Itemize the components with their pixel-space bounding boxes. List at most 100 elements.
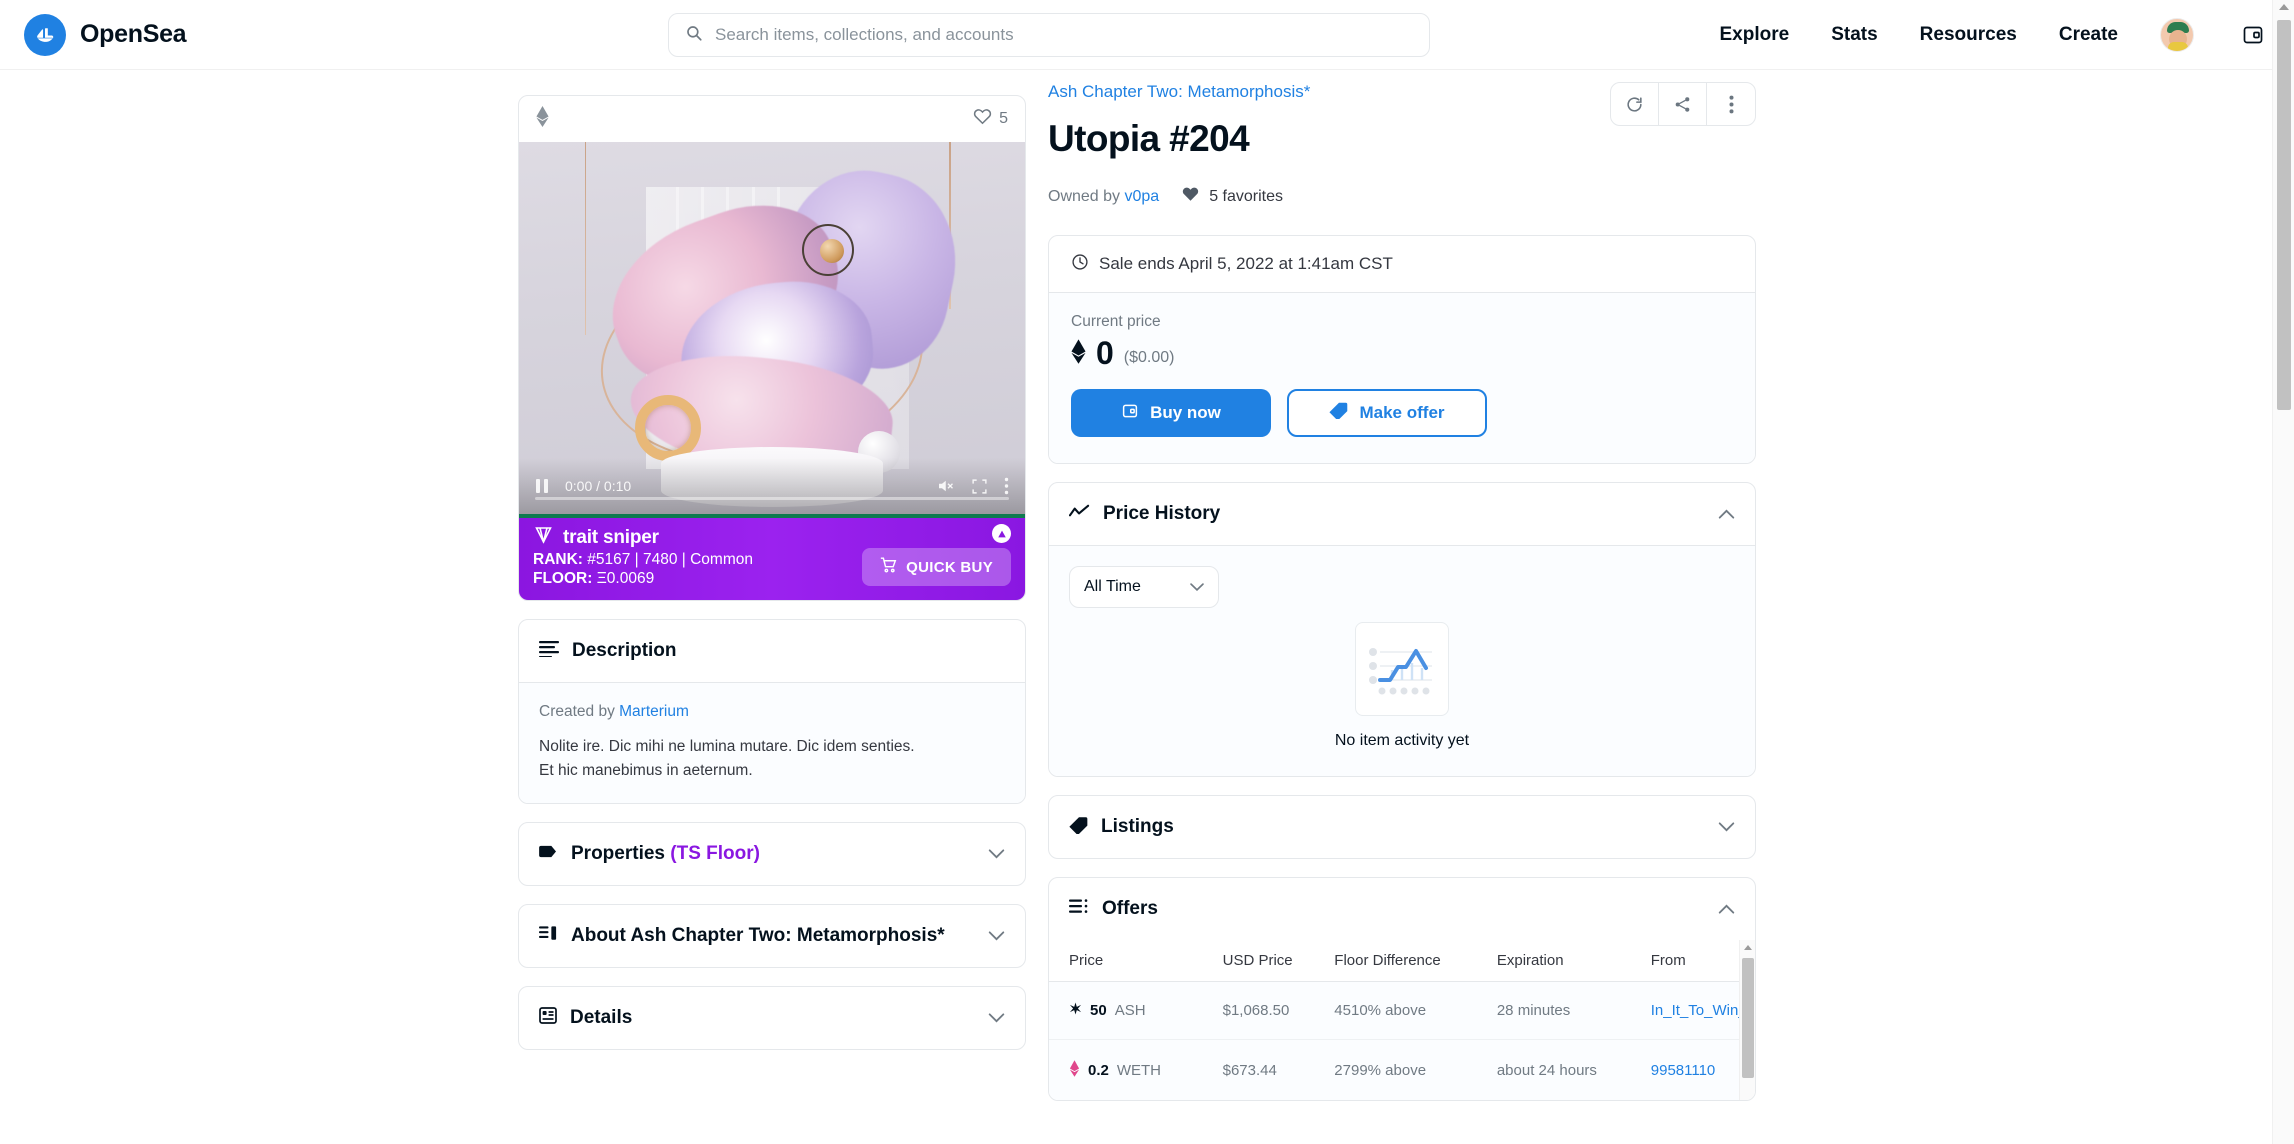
details-panel-header[interactable]: Details [519,987,1025,1049]
weth-token-icon [1069,1060,1080,1081]
main-nav: Explore Stats Resources Create [1720,17,2271,52]
scroll-up-arrow-icon[interactable] [2278,4,2289,10]
share-icon[interactable] [1659,83,1707,125]
trait-sniper-label: trait sniper [563,527,659,548]
favorite-toggle[interactable]: 5 [973,107,1008,131]
offer-expiration: about 24 hours [1496,1039,1651,1100]
wallet-icon[interactable] [2236,18,2270,52]
page-scrollbar[interactable] [2272,0,2294,1144]
table-row[interactable]: 50 ASH $1,068.50 4510% above 28 minutes … [1049,981,1755,1040]
offers-header[interactable]: Offers [1049,878,1755,940]
mute-icon[interactable] [935,477,955,495]
chevron-up-icon[interactable] [1718,904,1735,914]
price-history-header[interactable]: Price History [1049,483,1755,545]
price-history-title: Price History [1103,503,1221,524]
collection-link[interactable]: Ash Chapter Two: Metamorphosis* [1048,82,1310,102]
buy-now-button[interactable]: Buy now [1071,389,1271,437]
offers-scrollbar[interactable] [1739,940,1755,1100]
rank-label: RANK: [533,551,583,568]
opensea-ship-logo-icon [24,13,66,56]
search-input[interactable] [715,25,1413,45]
time-range-value: All Time [1084,578,1141,595]
heart-filled-icon [1181,185,1200,208]
make-offer-button[interactable]: Make offer [1287,389,1487,437]
favorites-row: 5 favorites [1181,185,1283,208]
description-line-1: Nolite ire. Dic mihi ne lumina mutare. D… [539,738,915,755]
quick-buy-label: QUICK BUY [906,558,993,576]
owner-link[interactable]: v0pa [1125,188,1160,205]
right-column: Ash Chapter Two: Metamorphosis* Utopia #… [1048,82,1756,1101]
offer-price-cell: 50 ASH [1049,981,1223,1040]
list-icon [539,925,558,947]
tag-icon [1329,402,1348,424]
table-row[interactable]: 0.2 WETH $673.44 2799% above about 24 ho… [1049,1039,1755,1100]
creator-link[interactable]: Marterium [619,703,689,720]
clock-icon [1071,253,1089,276]
left-column: 5 0:00 / 0:10 trait sniper RANK: #5167 |… [518,95,1026,1051]
offer-usd-price: $673.44 [1222,1039,1335,1100]
lines-icon [539,640,559,662]
video-controls: 0:00 / 0:10 [519,458,1025,514]
offer-unit: WETH [1116,1062,1162,1079]
about-collection-panel-header[interactable]: About Ash Chapter Two: Metamorphosis* [519,905,1025,967]
scrollbar-thumb[interactable] [1742,958,1754,1078]
properties-title: Properties (TS Floor) [571,843,760,865]
description-line-2: Et hic manebimus in aeternum. [539,762,753,780]
chevron-down-icon[interactable] [988,849,1005,859]
chevron-down-icon[interactable] [1718,822,1735,832]
owned-by-label: Owned by [1048,187,1121,205]
nav-item-explore[interactable]: Explore [1720,24,1790,46]
listings-header[interactable]: Listings [1049,796,1755,858]
nft-artwork-video[interactable]: 0:00 / 0:10 [519,142,1025,514]
nft-card-toolbar: 5 [519,96,1025,142]
make-offer-label: Make offer [1359,403,1445,422]
trait-sniper-overlay: trait sniper RANK: #5167 | 7480 | Common… [519,514,1025,600]
time-range-select[interactable]: All Time [1069,566,1219,608]
sale-ends-text: Sale ends April 5, 2022 at 1:41am CST [1099,254,1393,273]
triangle-up-icon[interactable] [992,524,1011,543]
current-price-label: Current price [1071,313,1161,330]
chevron-down-icon[interactable] [988,931,1005,941]
fullscreen-icon[interactable] [971,478,988,495]
created-by-label: Created by [539,703,615,720]
price-history-body: All Time No item activity yet [1049,545,1755,776]
description-title: Description [572,640,677,661]
chevron-down-icon[interactable] [988,1013,1005,1023]
refresh-icon[interactable] [1611,83,1659,125]
pause-icon[interactable] [535,478,549,494]
brand-home-link[interactable]: OpenSea [24,13,187,56]
offer-floor-difference: 4510% above [1334,981,1497,1040]
current-price-row: 0 ($0.00) [1071,337,1733,369]
ethereum-icon [1071,339,1086,369]
purchase-actions: Buy now Make offer [1071,389,1733,437]
floor-label: FLOOR: [533,570,593,587]
video-progress-bar[interactable] [535,497,1009,500]
table-header-row: Price USD Price Floor Difference Expirat… [1049,940,1755,982]
nav-item-create[interactable]: Create [2059,24,2118,46]
more-vertical-icon[interactable] [1707,83,1755,125]
properties-panel-header[interactable]: Properties (TS Floor) [519,823,1025,885]
price-usd: ($0.00) [1123,349,1175,366]
diamond-icon [533,526,554,550]
description-panel-header[interactable]: Description [519,620,1025,682]
nav-item-stats[interactable]: Stats [1831,24,1877,46]
cart-icon [880,557,897,577]
owned-by: Owned by v0pa [1048,188,1159,206]
favorites-text: 5 favorites [1209,187,1284,205]
scroll-up-arrow-icon[interactable] [1743,945,1752,950]
tag-icon [1069,816,1088,839]
creator-row: Created by Marterium [539,703,1005,721]
offers-scroll-area[interactable]: Price USD Price Floor Difference Expirat… [1049,940,1755,1100]
quick-buy-button[interactable]: QUICK BUY [862,548,1011,586]
listings-title: Listings [1101,816,1174,837]
page-scrollbar-thumb[interactable] [2277,20,2291,410]
offer-amount: 0.2 [1088,1062,1109,1079]
column-usd-price: USD Price [1222,940,1335,982]
chevron-up-icon[interactable] [1718,509,1735,519]
heart-outline-icon [973,107,992,131]
avatar[interactable] [2160,17,2194,52]
more-vertical-icon[interactable] [1004,477,1009,495]
search-bar[interactable] [668,13,1430,57]
nav-item-resources[interactable]: Resources [1920,24,2017,46]
column-expiration: Expiration [1496,940,1651,982]
